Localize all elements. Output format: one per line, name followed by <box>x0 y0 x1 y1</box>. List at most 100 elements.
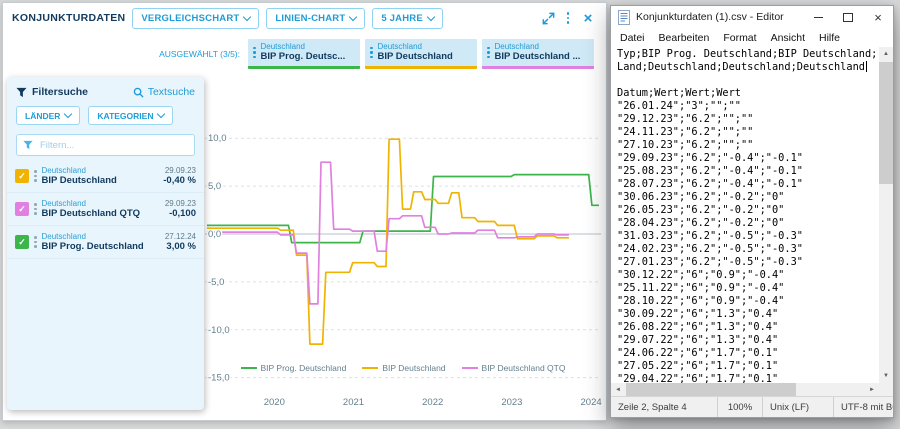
editor-line: "26.01.24";"3";"";"" <box>617 100 878 113</box>
menu-format[interactable]: Format <box>716 32 763 44</box>
horizontal-scrollbar[interactable]: ◄ ► <box>611 383 879 397</box>
editor-line: "25.11.22";"6";"0.9";"-0.4" <box>617 282 878 295</box>
item-series-name: BIP Prog. Deutschland <box>42 241 160 252</box>
editor-line: "26.05.23";"6.2";"-0.2";"0" <box>617 204 878 217</box>
status-line-ending: Unix (LF) <box>762 397 833 417</box>
horizontal-scroll-thumb[interactable] <box>626 383 796 397</box>
menu-datei[interactable]: Datei <box>613 32 652 44</box>
notepad-window: Konjunkturdaten (1).csv - Editor × Datei… <box>610 5 894 418</box>
scroll-down-icon[interactable]: ▼ <box>879 369 893 383</box>
checkbox-checked[interactable] <box>15 202 29 216</box>
svg-text:-10,0: -10,0 <box>208 325 230 336</box>
scroll-right-icon[interactable]: ► <box>865 383 879 397</box>
vertical-scrollbar[interactable]: ▲ ▼ <box>879 47 893 383</box>
chip-country-label: Deutschland <box>261 42 346 51</box>
editor-line: Datum;Wert;Wert;Wert <box>617 87 878 100</box>
chip-country-label: Deutschland <box>378 42 453 51</box>
legend-swatch-yellow <box>362 367 378 369</box>
series-chip-bip-deutschland[interactable]: Deutschland BIP Deutschland <box>365 39 477 69</box>
editor-line: "31.03.23";"6.2";"-0.5";"-0.3" <box>617 230 878 243</box>
close-button[interactable]: × <box>863 6 893 28</box>
notepad-statusbar: Zeile 2, Spalte 4 100% Unix (LF) UTF-8 m… <box>611 396 893 417</box>
window-title: Konjunkturdaten (1).csv - Editor <box>636 11 784 23</box>
time-range-dropdown[interactable]: 5 JAHRE <box>372 8 443 29</box>
funnel-icon <box>23 140 33 150</box>
tab-textsuche[interactable]: Textsuche <box>133 86 195 98</box>
legend-swatch-green <box>241 367 257 369</box>
editor-line: "28.04.23";"6.2";"-0.2";"0" <box>617 217 878 230</box>
checkbox-checked[interactable] <box>15 169 29 183</box>
app-title: KONJUNKTURDATEN <box>12 12 125 24</box>
menu-hilfe[interactable]: Hilfe <box>812 32 847 44</box>
notepad-titlebar[interactable]: Konjunkturdaten (1).csv - Editor × <box>611 6 893 28</box>
item-series-name: BIP Deutschland <box>42 175 159 186</box>
scrollbar-corner <box>879 383 893 397</box>
maximize-icon <box>843 13 853 22</box>
funnel-icon <box>16 87 27 98</box>
list-item-bip-deutschland[interactable]: Deutschland BIP Deutschland 29.09.23 -0,… <box>7 160 204 193</box>
menu-bearbeiten[interactable]: Bearbeiten <box>652 32 717 44</box>
line-chart: 10,05,00,0-5,0-10,0-15,02020202120222023… <box>203 75 603 417</box>
legend-label: BIP Deutschland <box>382 363 445 373</box>
text-caret <box>866 61 867 72</box>
filter-search-box <box>16 134 195 156</box>
editor-line <box>617 74 878 87</box>
chip-series-name: BIP Deutschland ... <box>495 52 581 63</box>
chip-drag-handle-icon[interactable] <box>487 47 490 59</box>
editor-line: "27.05.22";"6";"1.7";"0.1" <box>617 360 878 373</box>
checkbox-checked[interactable] <box>15 235 29 249</box>
laender-dropdown[interactable]: LÄNDER <box>16 106 80 125</box>
notepad-menubar: Datei Bearbeiten Format Ansicht Hilfe <box>611 28 893 47</box>
editor-line: "25.08.23";"6.2";"-0.4";"-0.1" <box>617 165 878 178</box>
scroll-up-icon[interactable]: ▲ <box>879 47 893 61</box>
filter-input[interactable] <box>38 139 188 152</box>
svg-text:2022: 2022 <box>422 397 443 408</box>
notepad-app-icon <box>618 10 630 25</box>
series-chip-bip-prog-deutschland[interactable]: Deutschland BIP Prog. Deutsc... <box>248 39 360 69</box>
item-country-label: Deutschland <box>42 199 160 209</box>
maximize-button[interactable] <box>833 6 863 28</box>
status-cursor-position: Zeile 2, Spalte 4 <box>611 397 717 417</box>
filter-panel-header: Filtersuche Textsuche <box>7 77 204 103</box>
series-chip-bip-deutschland-qtq[interactable]: Deutschland BIP Deutschland ... <box>482 39 594 69</box>
editor-line: Land;Deutschland;Deutschland;Deutschland <box>617 61 878 74</box>
tab-filtersuche[interactable]: Filtersuche <box>32 86 88 98</box>
item-value: -0,100 <box>165 208 196 219</box>
status-encoding: UTF-8 mit BOM <box>833 397 893 417</box>
editor-line: "30.06.23";"6.2";"-0.2";"0" <box>617 191 878 204</box>
kategorien-dropdown[interactable]: KATEGORIEN <box>88 106 173 125</box>
svg-text:2021: 2021 <box>343 397 364 408</box>
editor-line: Typ;BIP Prog. Deutschland;BIP Deutschlan… <box>617 48 878 61</box>
menu-ansicht[interactable]: Ansicht <box>764 32 812 44</box>
editor-line: "28.07.23";"6.2";"-0.4";"-0.1" <box>617 178 878 191</box>
item-country-label: Deutschland <box>42 166 159 176</box>
scroll-left-icon[interactable]: ◄ <box>611 383 625 397</box>
item-drag-handle-icon[interactable] <box>34 203 37 215</box>
expand-icon[interactable] <box>539 9 557 27</box>
minimize-button[interactable] <box>803 6 833 28</box>
svg-text:2024: 2024 <box>581 397 602 408</box>
chevron-down-icon <box>243 12 251 20</box>
item-drag-handle-icon[interactable] <box>34 170 37 182</box>
svg-text:-5,0: -5,0 <box>208 277 224 288</box>
chart-style-dropdown[interactable]: LINIEN-CHART <box>266 8 365 29</box>
item-country-label: Deutschland <box>42 232 160 242</box>
editor-line: "29.04.22";"6";"1.7";"0.1" <box>617 373 878 383</box>
list-item-bip-prog-deutschland[interactable]: Deutschland BIP Prog. Deutschland 27.12.… <box>7 226 204 259</box>
minimize-icon <box>814 17 823 18</box>
item-series-name: BIP Deutschland QTQ <box>42 208 160 219</box>
chart-type-dropdown[interactable]: VERGLEICHSCHART <box>132 8 259 29</box>
chip-country-label: Deutschland <box>495 42 581 51</box>
editor-line: "29.07.22";"6";"1.3";"0.4" <box>617 334 878 347</box>
chevron-down-icon <box>349 12 357 20</box>
editor-text-area[interactable]: Typ;BIP Prog. Deutschland;BIP Deutschlan… <box>612 47 878 383</box>
chip-drag-handle-icon[interactable] <box>253 47 256 59</box>
svg-text:10,0: 10,0 <box>208 133 227 144</box>
chip-drag-handle-icon[interactable] <box>370 47 373 59</box>
vertical-scroll-thumb[interactable] <box>879 62 893 184</box>
kebab-menu-icon[interactable] <box>564 9 572 27</box>
item-drag-handle-icon[interactable] <box>34 236 37 248</box>
list-item-bip-deutschland-qtq[interactable]: Deutschland BIP Deutschland QTQ 29.09.23… <box>7 193 204 226</box>
close-icon[interactable]: × <box>579 9 597 27</box>
legend-label: BIP Deutschland QTQ <box>482 363 566 373</box>
